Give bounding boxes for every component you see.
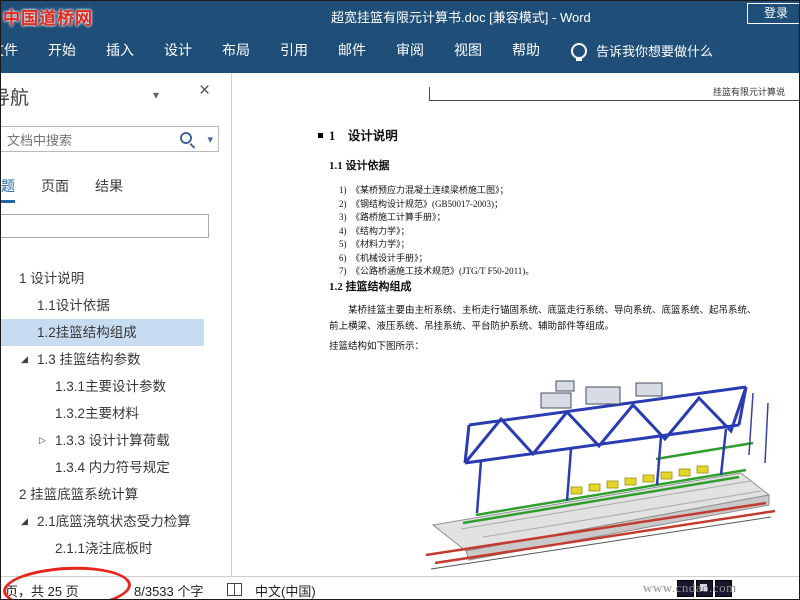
reference-item: 5) 《材料力学》； xyxy=(339,239,410,249)
nav-item-1-2[interactable]: 1.2挂篮结构组成 xyxy=(1,319,204,346)
nav-item-2[interactable]: 2 挂篮底篮系统计算 xyxy=(1,481,231,508)
window-title: 超宽挂篮有限元计算书.doc [兼容模式] - Word xyxy=(331,10,591,25)
bridge-gantry-figure xyxy=(425,380,776,570)
nav-item-label: 1.2挂篮结构组成 xyxy=(37,325,137,340)
nav-tab-headings[interactable]: 标题 xyxy=(1,176,15,203)
language-status[interactable]: 中文(中国) xyxy=(255,581,316,599)
word-window: 超宽挂篮有限元计算书.doc [兼容模式] - Word 登录 中国道桥网 文件… xyxy=(0,0,800,600)
title-bar: 超宽挂篮有限元计算书.doc [兼容模式] - Word 登录 xyxy=(1,1,799,28)
ribbon-tab-home[interactable]: 开始 xyxy=(33,28,91,73)
search-box[interactable]: ▾ xyxy=(1,126,219,152)
lightbulb-icon xyxy=(571,42,587,61)
doc-heading-1-1: 1.1 设计依据 xyxy=(329,160,390,172)
nav-item-label: 1.3.3 设计计算荷载 xyxy=(55,433,170,448)
reference-item: 3) 《路桥施工计算手册》； xyxy=(339,212,446,222)
status-bar: 页，共 25 页 8/3533 个字 中文(中国) www.cndao.com xyxy=(1,576,799,599)
ribbon-tabs: 文件 开始 插入 设计 布局 引用 邮件 审阅 视图 帮助 告诉我你想要做什么 xyxy=(1,28,714,73)
doc-paragraph-line: 前上横梁、液压系统、吊挂系统、平台防护系统、辅助部件等组成。 xyxy=(329,322,615,332)
ribbon-tab-review[interactable]: 审阅 xyxy=(381,28,439,73)
search-input[interactable] xyxy=(5,130,164,151)
search-dropdown-icon[interactable]: ▾ xyxy=(207,133,213,146)
login-button[interactable]: 登录 xyxy=(747,3,799,24)
nav-outline: 1 设计说明 1.1设计依据 1.2挂篮结构组成 ◢ 1.3 挂篮结构参数 1.3… xyxy=(1,265,231,562)
expanded-triangle-icon[interactable]: ◢ xyxy=(21,346,28,373)
nav-tab-pages[interactable]: 页面 xyxy=(41,176,69,203)
ribbon-tab-design[interactable]: 设计 xyxy=(149,28,207,73)
reference-item: 7) 《公路桥涵施工技术规范》(JTG/T F50-2011)。 xyxy=(339,266,535,276)
proofing-icon[interactable] xyxy=(227,583,242,596)
nav-item-1-3-4[interactable]: 1.3.4 内力符号规定 xyxy=(1,454,231,481)
nav-item-2-1-1[interactable]: 2.1.1浇注底板时 xyxy=(1,535,231,562)
outline-bullet-icon xyxy=(318,133,323,138)
nav-tab-results[interactable]: 结果 xyxy=(95,176,123,203)
document-area[interactable]: 挂篮有限元计算说 1 设计说明 1.1 设计依据 1) 《某桥预应力混凝土连续梁… xyxy=(232,73,799,576)
ribbon-tab-view[interactable]: 视图 xyxy=(439,28,497,73)
navigation-pane: 导航 ▾ × ▾ 标题 页面 结果 1 设计说明 1.1设计依据 1.2挂篮结构… xyxy=(1,73,232,576)
hanger-rods xyxy=(748,392,769,464)
nav-item-1-3-3[interactable]: ▷ 1.3.3 设计计算荷载 xyxy=(1,427,231,454)
nav-tabs: 标题 页面 结果 xyxy=(1,176,123,203)
search-icon[interactable] xyxy=(180,132,192,144)
nav-item-2-1[interactable]: ◢ 2.1底篮浇筑状态受力检算 xyxy=(1,508,231,535)
nav-item-label: 2.1.1浇注底板时 xyxy=(55,541,153,556)
nav-divider-box xyxy=(1,214,209,238)
doc-paragraph-line: 挂篮结构如下图所示： xyxy=(329,342,425,352)
nav-item-label: 1.3.2主要材料 xyxy=(55,406,140,421)
nav-item-1-3-1[interactable]: 1.3.1主要设计参数 xyxy=(1,373,231,400)
nav-item-label: 2.1底篮浇筑状态受力检算 xyxy=(37,514,191,529)
nav-pane-title: 导航 xyxy=(1,88,30,109)
ribbon-tab-layout[interactable]: 布局 xyxy=(207,28,265,73)
tell-me-label: 告诉我你想要做什么 xyxy=(596,44,714,59)
nav-item-1[interactable]: 1 设计说明 xyxy=(1,265,231,292)
reference-list: 1) 《某桥预应力混凝土连续梁桥施工图》； 2) 《钢结构设计规范》(GB500… xyxy=(339,184,534,279)
reference-item: 2) 《钢结构设计规范》(GB50017-2003)； xyxy=(339,198,503,209)
nav-item-1-3[interactable]: ◢ 1.3 挂篮结构参数 xyxy=(1,346,231,373)
expanded-triangle-icon[interactable]: ◢ xyxy=(21,508,28,535)
reference-item: 4) 《结构力学》； xyxy=(339,225,410,236)
nav-item-label: 2 挂篮底篮系统计算 xyxy=(19,487,139,502)
close-icon[interactable]: × xyxy=(199,80,210,102)
reference-item: 6) 《机械设计手册》； xyxy=(339,252,428,263)
ribbon-tab-references[interactable]: 引用 xyxy=(265,28,323,73)
nav-item-1-1[interactable]: 1.1设计依据 xyxy=(1,292,231,319)
tell-me-box[interactable]: 告诉我你想要做什么 xyxy=(571,41,714,61)
doc-heading-1-2: 1.2 挂篮结构组成 xyxy=(329,281,412,293)
page-count-status[interactable]: 页，共 25 页 xyxy=(5,581,79,599)
collapsed-triangle-icon[interactable]: ▷ xyxy=(39,427,46,454)
page-header-rule-tick xyxy=(429,87,430,100)
page-header-rule xyxy=(429,100,799,101)
site-watermark-bottomright: www.cndao.com xyxy=(643,580,737,595)
nav-item-label: 1.3.1主要设计参数 xyxy=(55,379,167,394)
ribbon-tab-insert[interactable]: 插入 xyxy=(91,28,149,73)
site-watermark-topleft: 中国道桥网 xyxy=(3,9,93,28)
nav-item-1-3-2[interactable]: 1.3.2主要材料 xyxy=(1,400,231,427)
ribbon-tab-help[interactable]: 帮助 xyxy=(497,28,555,73)
nav-item-label: 1.3.4 内力符号规定 xyxy=(55,460,170,475)
machinery-boxes xyxy=(540,380,663,409)
doc-paragraph-line: 某桥挂篮主要由主桁系统、主桁走行锚固系统、底篮走行系统、导向系统、底篮系统、起吊… xyxy=(348,306,757,316)
ribbon-tab-file[interactable]: 文件 xyxy=(1,28,33,73)
ribbon-tab-mailings[interactable]: 邮件 xyxy=(323,28,381,73)
nav-item-label: 1.3 挂篮结构参数 xyxy=(37,352,141,367)
chevron-down-icon[interactable]: ▾ xyxy=(153,88,159,102)
doc-heading-1: 1 设计说明 xyxy=(329,129,398,143)
page-header-text: 挂篮有限元计算说 xyxy=(713,87,786,97)
nav-item-label: 1 设计说明 xyxy=(19,271,85,286)
nav-item-label: 1.1设计依据 xyxy=(37,298,110,313)
word-count-status[interactable]: 8/3533 个字 xyxy=(134,581,203,599)
reference-item: 1) 《某桥预应力混凝土连续梁桥施工图》； xyxy=(339,185,509,195)
